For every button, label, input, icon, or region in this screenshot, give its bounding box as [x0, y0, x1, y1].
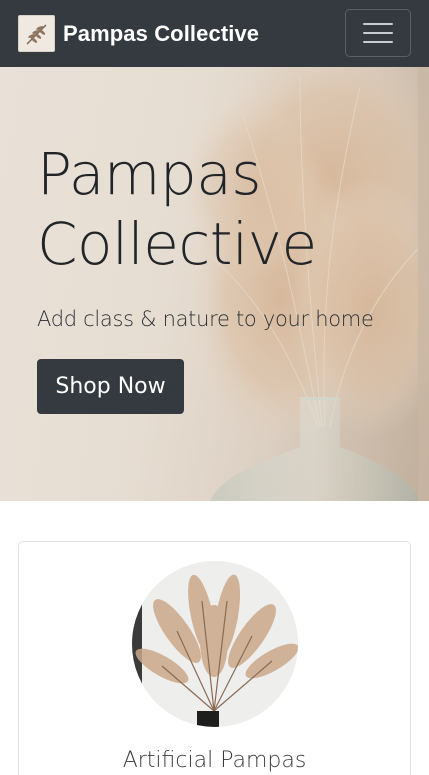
brand-name: Pampas Collective [63, 20, 260, 46]
menu-toggle-button[interactable] [345, 9, 411, 57]
pampas-leaf-icon [18, 15, 55, 52]
hamburger-line [363, 32, 393, 34]
hamburger-line [363, 41, 393, 43]
hero-banner: Pampas Collective Add class & nature to … [0, 67, 429, 501]
brand-link[interactable]: Pampas Collective [18, 15, 259, 52]
product-card[interactable]: Artificial Pampas [18, 541, 411, 775]
hero-title: Pampas Collective [37, 140, 317, 278]
product-title[interactable]: Artificial Pampas [19, 748, 410, 773]
navbar: Pampas Collective [0, 0, 429, 67]
hero-subtitle: Add class & nature to your home [37, 307, 374, 331]
pampas-vase-image [180, 67, 429, 501]
shop-now-button[interactable]: Shop Now [37, 359, 184, 414]
product-image[interactable] [132, 561, 298, 727]
artificial-pampas-image [132, 561, 298, 727]
hamburger-menu-icon [363, 23, 393, 25]
